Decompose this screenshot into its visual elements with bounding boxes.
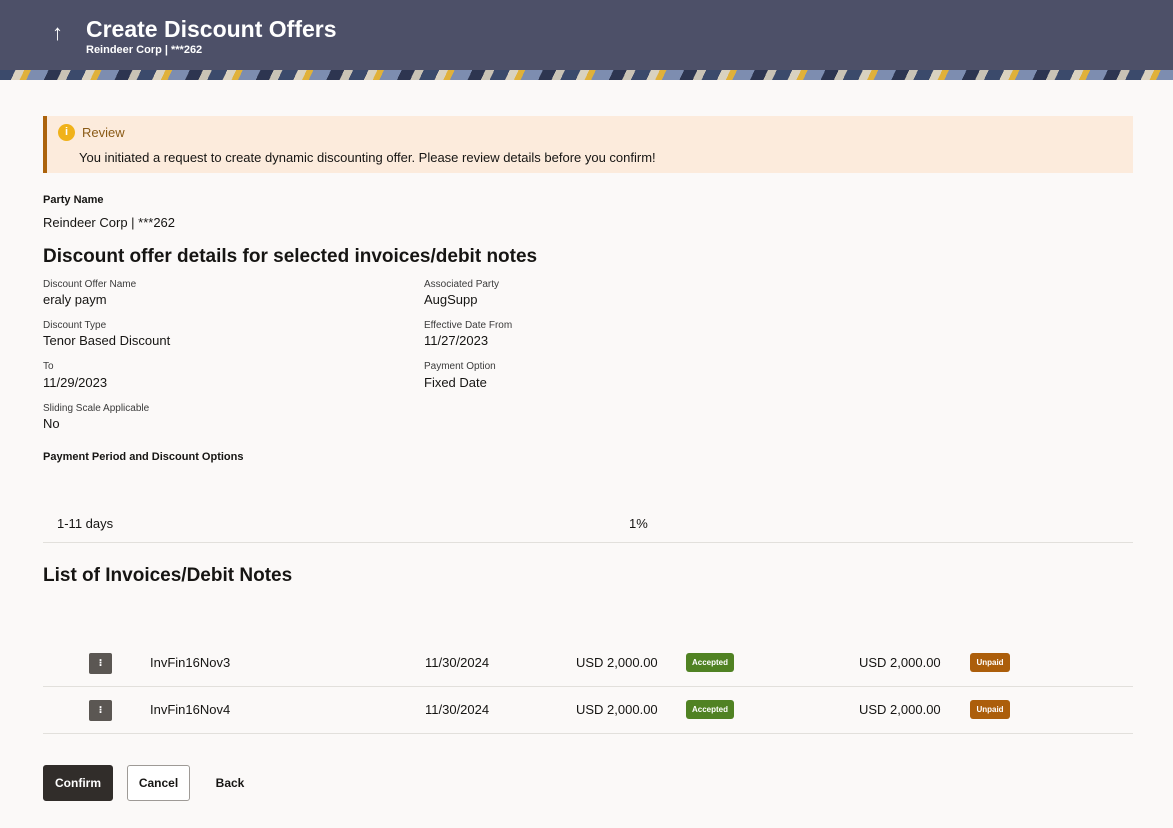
invoices-title: List of Invoices/Debit Notes	[43, 565, 293, 586]
discount-type-label: Discount Type	[43, 320, 107, 331]
back-arrow-icon[interactable]: ↑	[52, 20, 63, 46]
outstanding-amount: USD 2,000.00	[859, 702, 941, 717]
payment-period-days: 1-11 days	[57, 516, 114, 531]
associated-party-label: Associated Party	[424, 279, 500, 290]
divider	[43, 733, 1133, 734]
outstanding-amount: USD 2,000.00	[859, 655, 941, 670]
effective-from-label: Effective Date From	[424, 320, 513, 331]
header-pattern	[0, 70, 1173, 80]
payment-status-badge: Unpaid	[970, 700, 1010, 719]
alert-message: You initiated a request to create dynami…	[79, 150, 656, 165]
offer-name-value: eraly paym	[43, 292, 107, 307]
payment-option-label: Payment Option	[424, 361, 496, 372]
party-name-value: Reindeer Corp | ***262	[43, 215, 176, 230]
sliding-scale-label: Sliding Scale Applicable	[43, 403, 150, 414]
back-button[interactable]: Back	[208, 765, 252, 801]
row-actions-icon[interactable]: ⁝	[89, 700, 112, 721]
invoice-id: InvFin16Nov3	[150, 655, 231, 670]
page-subtitle: Reindeer Corp | ***262	[86, 44, 203, 56]
due-date: 11/30/2024	[425, 655, 490, 670]
page-header: ↑ Create Discount Offers Reindeer Corp |…	[0, 0, 1173, 80]
sliding-scale-value: No	[43, 416, 60, 431]
invoice-amount: USD 2,000.00	[576, 655, 658, 670]
payment-period-discount: 1%	[629, 516, 648, 531]
to-date-value: 11/29/2023	[43, 375, 108, 390]
discount-type-value: Tenor Based Discount	[43, 333, 171, 348]
divider	[43, 542, 1133, 543]
invoice-amount: USD 2,000.00	[576, 702, 658, 717]
confirm-button[interactable]: Confirm	[43, 765, 113, 801]
acceptance-status-badge: Accepted	[686, 700, 734, 719]
row-actions-icon[interactable]: ⁝	[89, 653, 112, 674]
payment-period-label: Payment Period and Discount Options	[43, 451, 244, 463]
payment-status-badge: Unpaid	[970, 653, 1010, 672]
table-row: ⁝ InvFin16Nov4 11/30/2024 USD 2,000.00 A…	[43, 687, 1133, 733]
cancel-button[interactable]: Cancel	[127, 765, 190, 801]
info-icon: i	[58, 124, 75, 141]
review-alert: i Review You initiated a request to crea…	[43, 116, 1133, 173]
page-title: Create Discount Offers	[86, 16, 337, 42]
invoice-id: InvFin16Nov4	[150, 702, 231, 717]
offer-section-title: Discount offer details for selected invo…	[43, 246, 538, 267]
acceptance-status-badge: Accepted	[686, 653, 734, 672]
party-name-label: Party Name	[43, 194, 104, 206]
offer-name-label: Discount Offer Name	[43, 279, 137, 290]
associated-party-value: AugSupp	[424, 292, 478, 307]
to-date-label: To	[43, 361, 54, 372]
table-row: ⁝ InvFin16Nov3 11/30/2024 USD 2,000.00 A…	[43, 640, 1133, 686]
due-date: 11/30/2024	[425, 702, 490, 717]
alert-heading: Review	[82, 125, 125, 140]
effective-from-value: 11/27/2023	[424, 333, 489, 348]
payment-option-value: Fixed Date	[424, 375, 487, 390]
